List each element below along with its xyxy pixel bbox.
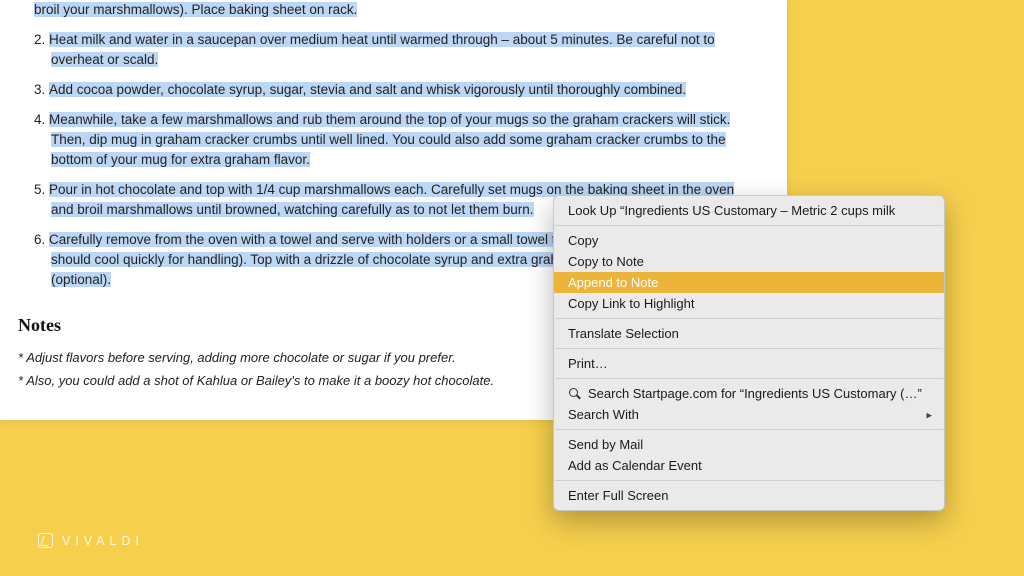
- menu-separator: [555, 348, 943, 349]
- menu-print[interactable]: Print…: [554, 353, 944, 374]
- menu-copy[interactable]: Copy: [554, 230, 944, 251]
- instruction-step-1-partial[interactable]: broil your marshmallows). Place baking s…: [34, 2, 357, 17]
- vivaldi-icon: [38, 533, 53, 548]
- context-menu: Look Up “Ingredients US Customary – Metr…: [553, 195, 945, 511]
- menu-lookup[interactable]: Look Up “Ingredients US Customary – Metr…: [554, 200, 944, 221]
- menu-copy-link-highlight[interactable]: Copy Link to Highlight: [554, 293, 944, 314]
- search-icon: [568, 387, 582, 401]
- instruction-step-2[interactable]: Heat milk and water in a saucepan over m…: [34, 30, 757, 70]
- menu-separator: [555, 225, 943, 226]
- menu-append-to-note[interactable]: Append to Note: [554, 272, 944, 293]
- vivaldi-logo: VIVALDI: [38, 533, 144, 548]
- menu-separator: [555, 318, 943, 319]
- vivaldi-wordmark: VIVALDI: [62, 534, 144, 548]
- menu-search-with[interactable]: Search With ▸: [554, 404, 944, 425]
- instruction-step-3[interactable]: Add cocoa powder, chocolate syrup, sugar…: [34, 80, 757, 100]
- instruction-step-4[interactable]: Meanwhile, take a few marshmallows and r…: [34, 110, 757, 170]
- menu-copy-to-note[interactable]: Copy to Note: [554, 251, 944, 272]
- menu-search-startpage[interactable]: Search Startpage.com for “Ingredients US…: [554, 383, 944, 404]
- menu-separator: [555, 480, 943, 481]
- chevron-right-icon: ▸: [926, 408, 932, 421]
- menu-add-calendar[interactable]: Add as Calendar Event: [554, 455, 944, 476]
- menu-send-mail[interactable]: Send by Mail: [554, 434, 944, 455]
- menu-separator: [555, 429, 943, 430]
- menu-separator: [555, 378, 943, 379]
- menu-translate[interactable]: Translate Selection: [554, 323, 944, 344]
- menu-enter-fullscreen[interactable]: Enter Full Screen: [554, 485, 944, 506]
